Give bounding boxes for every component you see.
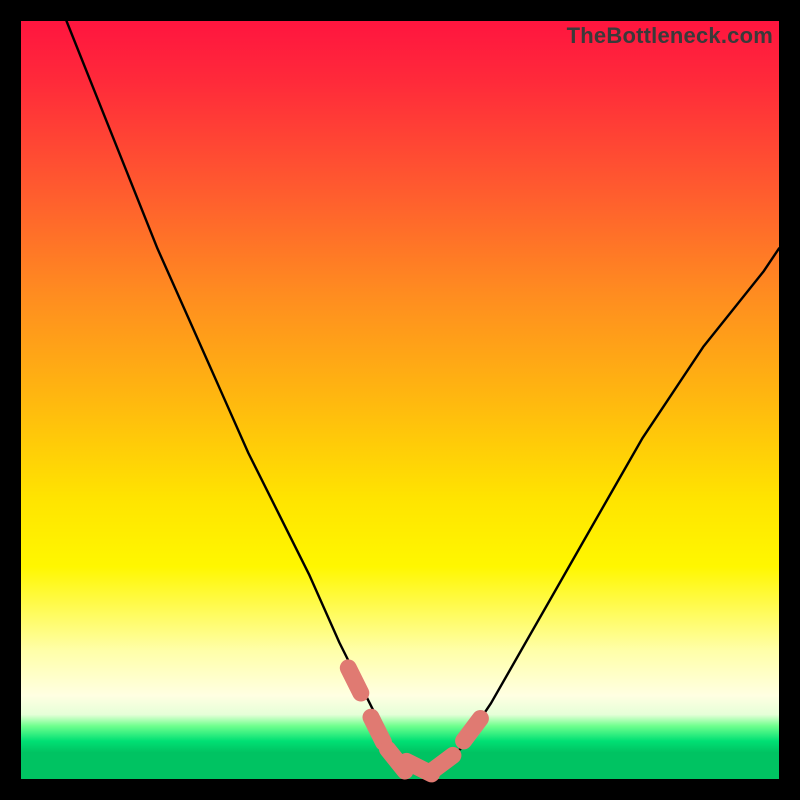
marker-flat-right [431,755,453,772]
chart-svg [21,21,779,779]
bottleneck-curve [67,21,780,771]
marker-right-point [464,719,481,741]
curve-layer [67,21,780,771]
marker-left-segment-top [348,668,361,693]
plot-area: TheBottleneck.com [21,21,779,779]
marker-left-segment-bot [371,717,384,742]
marker-layer [348,668,480,774]
chart-frame: TheBottleneck.com [0,0,800,800]
